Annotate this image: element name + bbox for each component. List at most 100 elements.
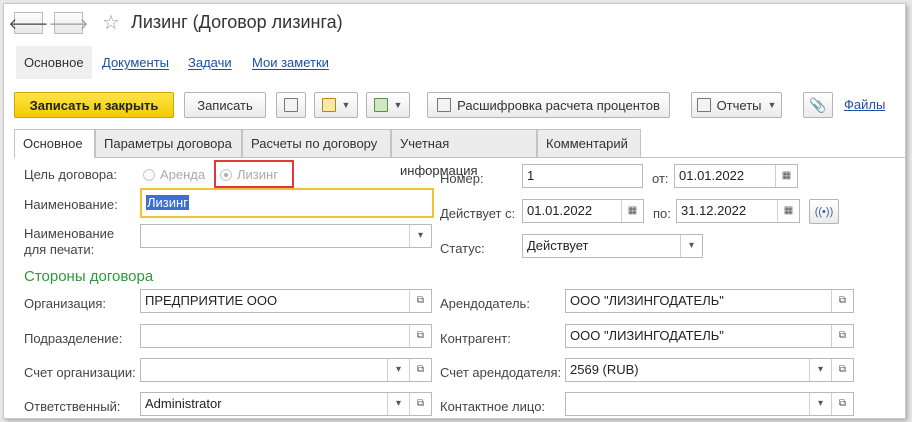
print-name-input[interactable]: ▾ [140,224,432,248]
save-and-close-button[interactable]: Записать и закрыть [14,92,174,118]
radio-dot [143,168,155,181]
org-account-label: Счет организации: [24,365,136,380]
favorite-star-icon[interactable]: ☆ [102,10,120,35]
number-label: Номер: [440,171,484,186]
reports-button[interactable]: Отчеты ▼ [691,92,782,118]
wireless-icon: ((•)) [814,205,834,218]
number-input[interactable]: 1 [522,164,643,188]
register-icon [284,98,298,112]
page-title: Лизинг (Договор лизинга) [131,12,343,32]
valid-from-input[interactable]: 01.01.2022 ▦ [522,199,644,223]
counterparty-input[interactable]: ООО "ЛИЗИНГОДАТЕЛЬ" ⧉ [565,324,854,348]
interest-breakdown-button[interactable]: Расшифровка расчета процентов [427,92,670,118]
valid-to-value: 31.12.2022 [681,203,747,218]
form-tab-accounting-info[interactable]: Учетная информация [391,129,537,178]
back-button[interactable]: 🡐 [8,12,49,34]
open-icon[interactable]: ⧉ [409,290,431,312]
related-documents-button[interactable]: ▼ [366,92,410,118]
form-tab-settlements[interactable]: Расчеты по договору [242,129,391,157]
list-icon-button[interactable] [276,92,306,118]
open-icon[interactable]: ⧉ [409,393,431,415]
open-icon[interactable]: ⧉ [831,393,853,415]
save-button[interactable]: Записать [184,92,266,118]
tab-divider [14,157,905,158]
chevron-down-icon: ▼ [767,100,777,110]
valid-from-value: 01.01.2022 [527,203,593,218]
chevron-down-icon: ▼ [393,100,403,110]
department-input[interactable]: ⧉ [140,324,432,348]
interest-breakdown-label: Расшифровка расчета процентов [457,97,660,113]
chevron-down-icon[interactable]: ▾ [680,235,702,257]
contact-input[interactable]: ▾ ⧉ [565,392,854,416]
chevron-down-icon[interactable]: ▾ [809,359,831,381]
department-label: Подразделение: [24,331,123,346]
counterparty-value: ООО "ЛИЗИНГОДАТЕЛЬ" [570,328,724,343]
status-label: Статус: [440,241,485,256]
form-tab-comment[interactable]: Комментарий [537,129,641,157]
related-documents-icon [373,98,388,112]
printer-icon [437,98,452,112]
open-icon[interactable]: ⧉ [831,325,853,347]
arrow-right-icon: 🡒 [48,15,89,33]
responsible-input[interactable]: Administrator ▾ ⧉ [140,392,432,416]
organization-input[interactable]: ПРЕДПРИЯТИЕ ООО ⧉ [140,289,432,313]
create-document-icon [321,98,336,112]
report-icon [696,98,711,112]
tab-my-notes[interactable]: Мои заметки [244,46,337,79]
counterparty-label: Контрагент: [440,331,511,346]
open-icon[interactable]: ⧉ [831,359,853,381]
valid-to-input[interactable]: 31.12.2022 ▦ [676,199,800,223]
org-account-input[interactable]: ▾ ⧉ [140,358,432,382]
lessor-account-label: Счет арендодателя: [440,365,562,380]
calendar-icon[interactable]: ▦ [777,200,799,222]
open-icon[interactable]: ⧉ [409,325,431,347]
tab-main[interactable]: Основное [16,46,92,79]
chevron-down-icon: ▼ [341,100,351,110]
from-label: от: [652,171,669,186]
open-icon[interactable]: ⧉ [831,290,853,312]
lessor-label: Арендодатель: [440,296,530,311]
calendar-icon[interactable]: ▦ [775,165,797,187]
responsible-value: Administrator [145,396,222,411]
organization-value: ПРЕДПРИЯТИЕ ООО [145,293,278,308]
form-tab-main[interactable]: Основное [14,129,95,158]
form-tab-contract-params[interactable]: Параметры договора [95,129,242,157]
create-based-on-button[interactable]: ▼ [314,92,358,118]
parties-section-title: Стороны договора [24,268,154,285]
radio-lease-label: Аренда [160,167,206,182]
tab-tasks[interactable]: Задачи [180,46,240,79]
radio-lease[interactable]: Аренда [143,167,205,182]
calendar-icon[interactable]: ▦ [621,200,643,222]
valid-from-label: Действует с: [440,206,516,221]
name-value: Лизинг [146,195,189,210]
chevron-down-icon[interactable]: ▾ [387,359,409,381]
forward-button[interactable]: 🡒 [48,12,89,34]
name-label: Наименование: [24,197,118,212]
chevron-down-icon[interactable]: ▾ [809,393,831,415]
print-name-label-line1: Наименование [24,226,115,241]
lessor-value: ООО "ЛИЗИНГОДАТЕЛЬ" [570,293,724,308]
contact-label: Контактное лицо: [440,399,546,414]
responsible-label: Ответственный: [24,399,121,414]
chevron-down-icon[interactable]: ▾ [409,225,431,247]
date-input[interactable]: 01.01.2022 ▦ [674,164,798,188]
lessor-account-value: 2569 (RUB) [570,362,639,377]
reports-label: Отчеты [716,97,762,113]
status-value: Действует [527,238,589,253]
attach-button[interactable]: 📎 [803,92,833,118]
organization-label: Организация: [24,296,107,311]
print-name-label-line2: для печати: [24,242,95,257]
tab-documents[interactable]: Документы [94,46,177,79]
chevron-down-icon[interactable]: ▾ [387,393,409,415]
files-link[interactable]: Файлы [844,97,885,112]
arrow-left-icon: 🡐 [8,15,49,33]
validity-periods-button[interactable]: ((•)) [809,199,839,224]
open-icon[interactable]: ⧉ [409,359,431,381]
lessor-account-input[interactable]: 2569 (RUB) ▾ ⧉ [565,358,854,382]
date-value: 01.01.2022 [679,168,745,183]
valid-to-label: по: [653,206,671,221]
lessor-input[interactable]: ООО "ЛИЗИНГОДАТЕЛЬ" ⧉ [565,289,854,313]
highlight-box [214,160,294,188]
name-input[interactable]: Лизинг [140,188,434,218]
status-select[interactable]: Действует ▾ [522,234,703,258]
